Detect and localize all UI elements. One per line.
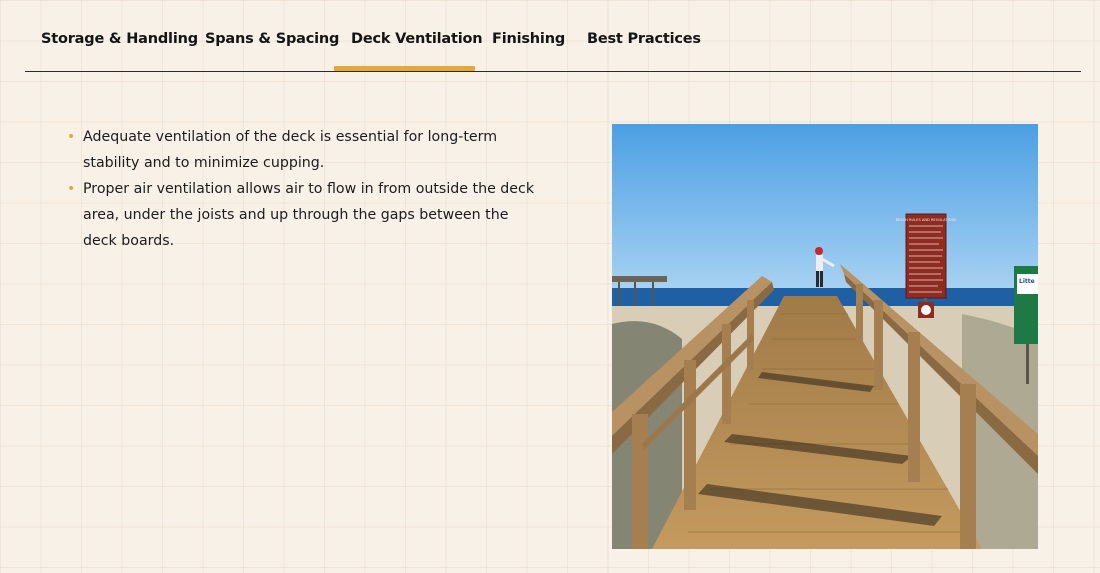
list-item: • Proper air ventilation allows air to fl…	[66, 176, 546, 254]
tab-content: • Adequate ventilation of the deck is ess…	[66, 124, 546, 254]
active-tab-indicator	[334, 66, 475, 71]
bullet-text: Adequate ventilation of the deck is esse…	[83, 129, 498, 171]
tab-deck-ventilation[interactable]: Deck Ventilation	[351, 31, 483, 47]
tab-best-practices[interactable]: Best Practices	[587, 31, 701, 47]
tab-spans-spacing[interactable]: Spans & Spacing	[205, 31, 339, 47]
sign-title: BEACH RULES AND REGULATIONS	[896, 218, 958, 222]
tab-divider	[25, 71, 1081, 72]
tab-bar: Storage & Handling Spans & Spacing Deck …	[25, 0, 1081, 72]
tab-storage-handling[interactable]: Storage & Handling	[41, 31, 198, 47]
bullet-icon: •	[67, 129, 76, 145]
tab-finishing[interactable]: Finishing	[492, 31, 565, 47]
side-sign-label: Litte	[1019, 278, 1035, 285]
sky	[612, 124, 1038, 294]
bullet-list: • Adequate ventilation of the deck is ess…	[66, 124, 546, 254]
bullet-text: Proper air ventilation allows air to flo…	[83, 181, 535, 249]
bullet-icon: •	[67, 181, 76, 197]
list-item: • Adequate ventilation of the deck is ess…	[66, 124, 546, 176]
boardwalk-photo: BEACH RULES AND REGULATIONS Litte	[612, 124, 1038, 549]
